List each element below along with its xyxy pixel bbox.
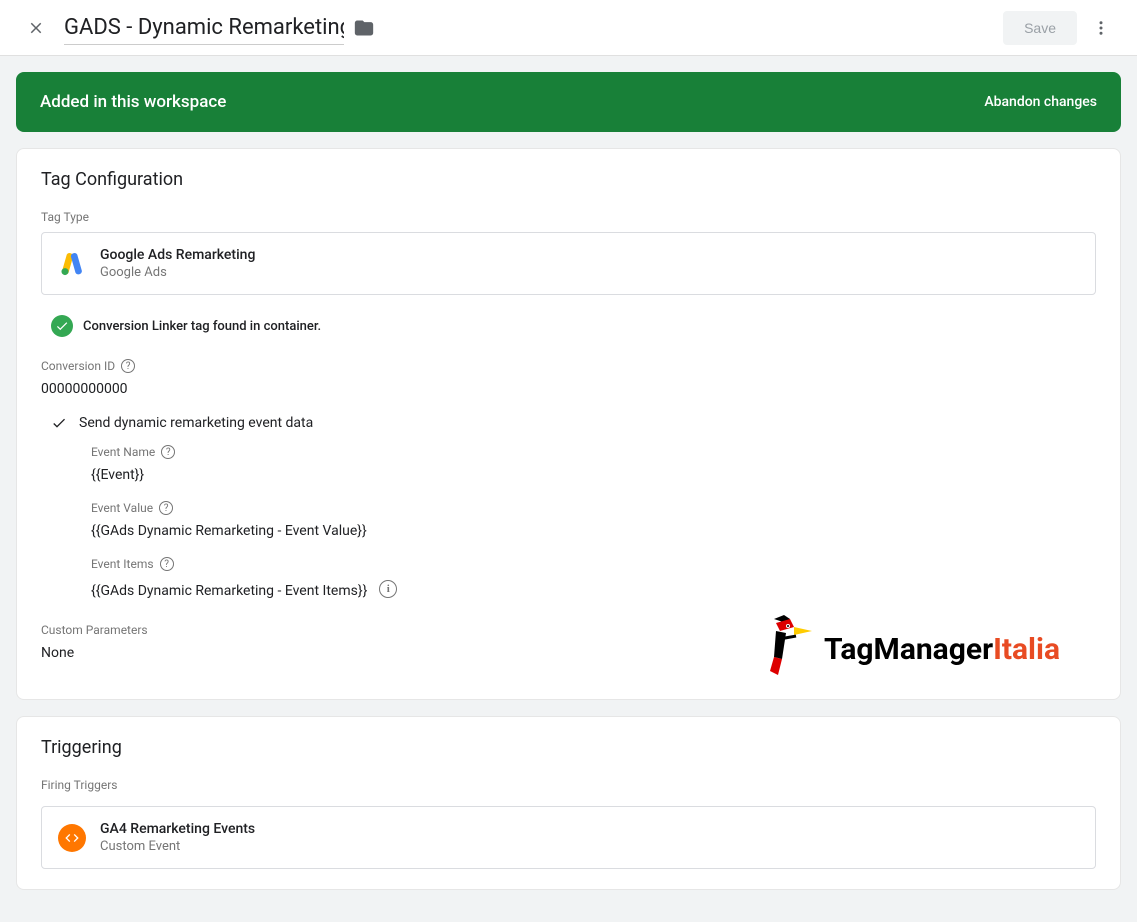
event-items-value: {{GAds Dynamic Remarketing - Event Items… [91, 583, 367, 599]
tag-name-input[interactable] [64, 11, 344, 45]
event-name-value: {{Event}} [91, 467, 1096, 483]
dynamic-remarketing-checkbox-row: Send dynamic remarketing event data [51, 415, 1096, 431]
editor-header: Save [0, 0, 1137, 56]
dynamic-remarketing-label: Send dynamic remarketing event data [79, 415, 313, 431]
tag-type-name: Google Ads Remarketing [100, 247, 255, 263]
check-circle-icon [51, 315, 73, 337]
help-icon[interactable]: ? [121, 359, 135, 373]
tag-type-label: Tag Type [41, 210, 1096, 224]
tag-type-platform: Google Ads [100, 265, 255, 280]
info-icon[interactable]: i [379, 580, 397, 598]
close-button[interactable] [16, 8, 56, 48]
custom-parameters-value: None [41, 645, 1096, 661]
help-icon[interactable]: ? [159, 501, 173, 515]
firing-trigger-row[interactable]: GA4 Remarketing Events Custom Event [41, 806, 1096, 869]
abandon-changes-link[interactable]: Abandon changes [984, 94, 1097, 110]
event-value-field: Event Value ? {{GAds Dynamic Remarketing… [91, 501, 1096, 539]
workspace-status-banner: Added in this workspace Abandon changes [16, 72, 1121, 132]
checkmark-icon [51, 415, 67, 431]
tag-type-selector[interactable]: Google Ads Remarketing Google Ads [41, 232, 1096, 295]
google-ads-icon [58, 250, 86, 278]
editor-content: Added in this workspace Abandon changes … [0, 56, 1137, 922]
banner-title: Added in this workspace [40, 92, 226, 112]
trigger-name: GA4 Remarketing Events [100, 821, 255, 837]
event-name-label: Event Name [91, 445, 155, 459]
conversion-id-value: 00000000000 [41, 381, 1096, 397]
save-button[interactable]: Save [1003, 11, 1077, 45]
close-icon [27, 19, 45, 37]
help-icon[interactable]: ? [160, 557, 174, 571]
event-value-value: {{GAds Dynamic Remarketing - Event Value… [91, 523, 1096, 539]
conversion-linker-status: Conversion Linker tag found in container… [51, 315, 1096, 337]
event-value-label: Event Value [91, 501, 153, 515]
firing-triggers-label: Firing Triggers [41, 778, 1096, 792]
conversion-id-field: Conversion ID ? 00000000000 [41, 359, 1096, 397]
trigger-type: Custom Event [100, 839, 255, 854]
conversion-id-label: Conversion ID [41, 359, 115, 373]
more-vert-icon [1092, 19, 1110, 37]
custom-parameters-field: Custom Parameters None [41, 623, 1096, 661]
event-items-field: Event Items ? {{GAds Dynamic Remarketing… [91, 557, 1096, 599]
folder-icon [354, 18, 374, 38]
event-name-field: Event Name ? {{Event}} [91, 445, 1096, 483]
custom-parameters-label: Custom Parameters [41, 623, 1096, 637]
custom-event-trigger-icon [58, 824, 86, 852]
folder-button[interactable] [354, 18, 374, 38]
event-items-label: Event Items [91, 557, 154, 571]
tag-configuration-card[interactable]: Tag Configuration Tag Type Google Ads Re… [16, 148, 1121, 700]
section-title: Triggering [41, 737, 1096, 758]
help-icon[interactable]: ? [161, 445, 175, 459]
section-title: Tag Configuration [41, 169, 1096, 190]
status-text: Conversion Linker tag found in container… [83, 319, 321, 334]
triggering-card[interactable]: Triggering Firing Triggers GA4 Remarketi… [16, 716, 1121, 890]
more-menu-button[interactable] [1081, 8, 1121, 48]
